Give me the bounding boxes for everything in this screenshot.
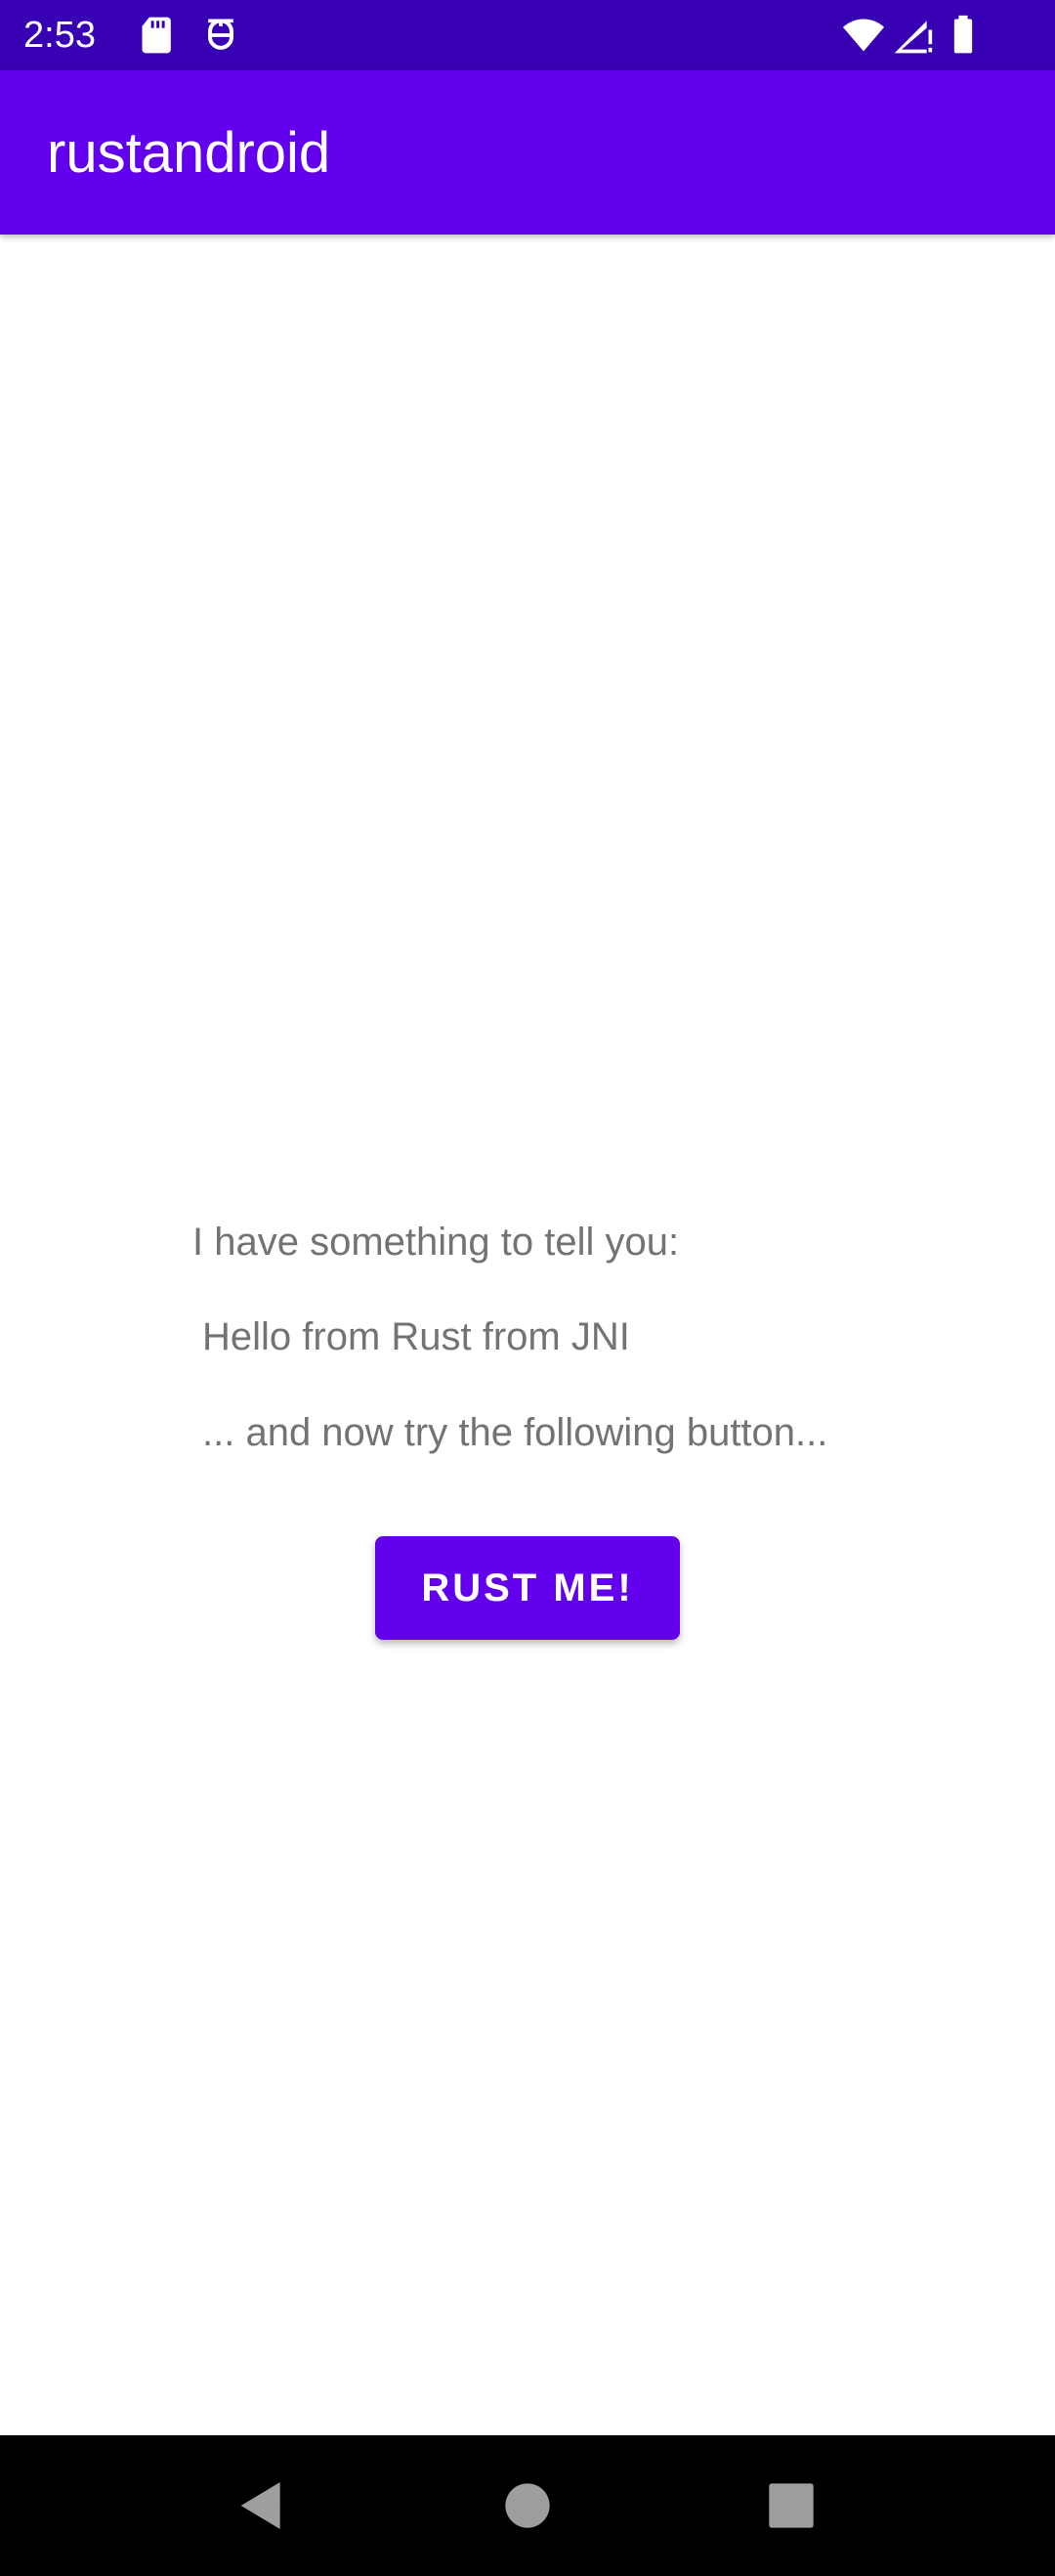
app-title: rustandroid: [47, 121, 331, 185]
message-text: Hello from Rust from JNI: [202, 1315, 630, 1358]
status-time: 2:53: [23, 15, 96, 56]
app-bar: rustandroid: [0, 70, 1055, 235]
battery-icon: [953, 15, 973, 54]
debug-icon: [207, 19, 234, 50]
recents-icon[interactable]: [760, 2474, 823, 2537]
rust-me-button-label: RUST ME!: [421, 1566, 634, 1610]
status-bar: 2:53: [0, 0, 1055, 70]
screen: 2:53 rustandroid I have something to tel…: [0, 0, 1055, 2576]
intro-text: I have something to tell you:: [192, 1221, 680, 1264]
back-icon[interactable]: [231, 2474, 293, 2537]
wifi-icon: [842, 19, 885, 52]
cell-signal-icon: [894, 21, 933, 54]
rust-me-button[interactable]: RUST ME!: [375, 1536, 680, 1640]
home-icon[interactable]: [496, 2474, 559, 2537]
navigation-bar: [0, 2435, 1055, 2576]
sd-card-icon: [142, 17, 171, 54]
prompt-text: ... and now try the following button...: [202, 1411, 828, 1454]
